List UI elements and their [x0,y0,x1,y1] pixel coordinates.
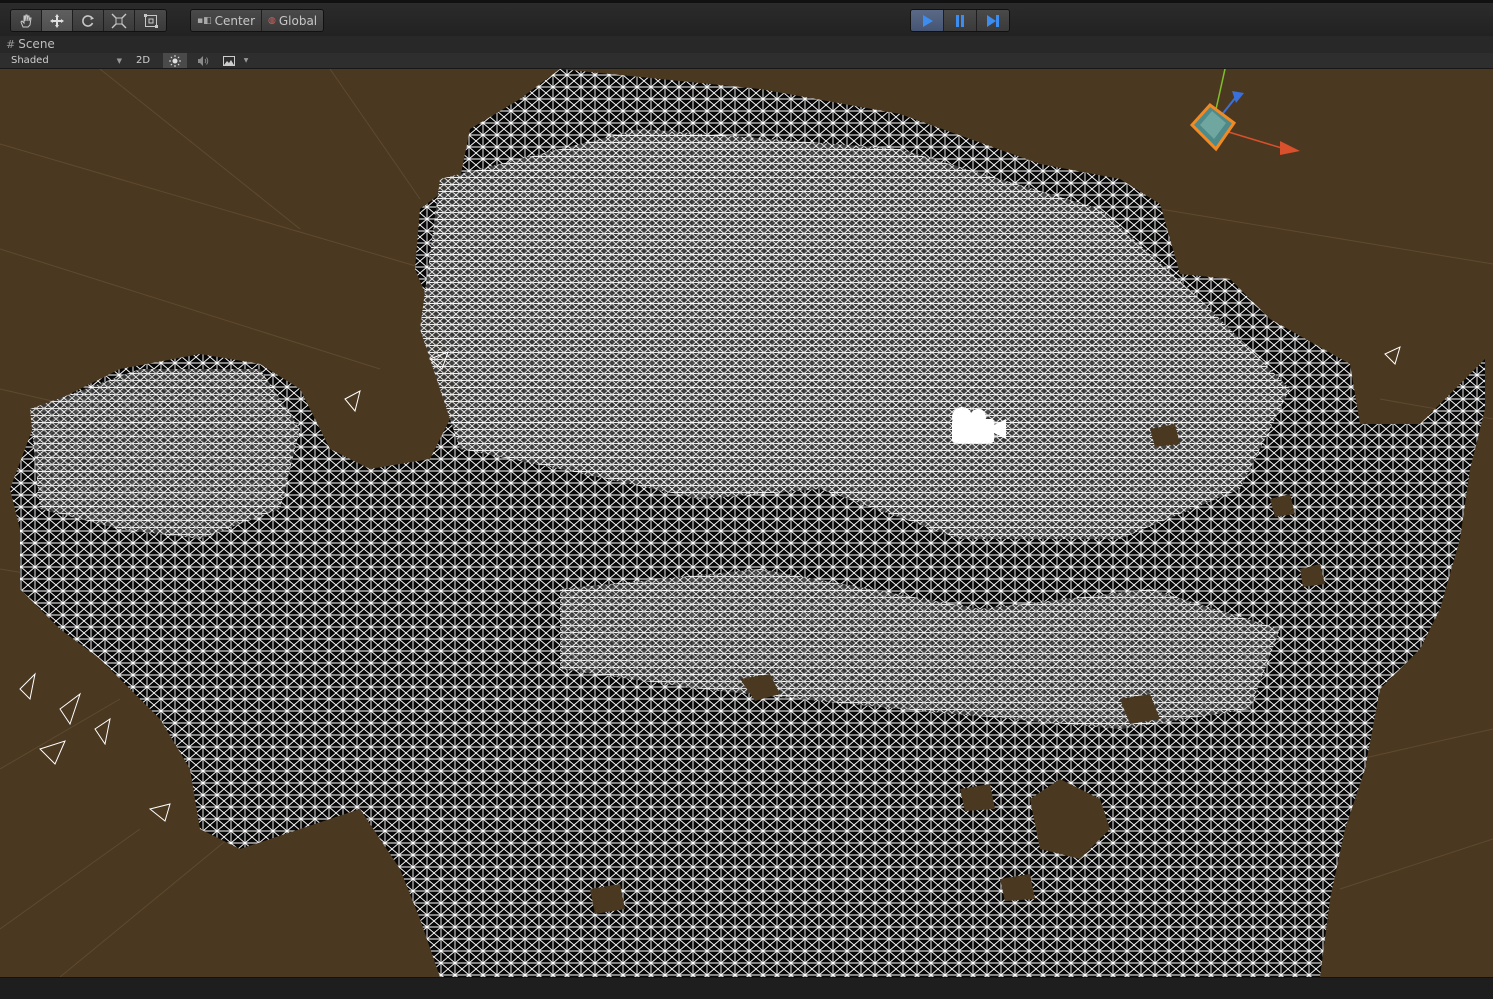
pivot-mode-toggle[interactable]: ▪◧ Center [191,10,262,31]
2d-toggle-label: 2D [135,55,151,66]
play-icon [923,14,933,27]
pivot-rotation-toggle[interactable]: ◍ Global [262,10,324,31]
scene-canvas [0,69,1493,977]
lighting-toggle-button[interactable] [163,53,187,68]
scale-icon [111,13,127,28]
transform-tools [10,9,167,32]
pause-button[interactable] [944,10,977,31]
play-button[interactable] [911,10,944,31]
effects-toggle-button[interactable] [219,53,239,68]
hand-icon [20,14,32,27]
playback-controls [910,9,1010,32]
draw-mode-value: Shaded [11,55,49,66]
image-icon [223,55,235,66]
sun-icon [169,54,181,67]
scene-view-controls: Shaded ▼ 2D ▼ [0,53,1493,69]
move-tool-button[interactable] [42,10,73,31]
move-arrows-icon [50,13,64,28]
mesh-dense-region [30,369,300,539]
rect-transform-icon [143,13,158,28]
scene-tab-label: Scene [18,37,55,51]
audio-toggle-button[interactable] [192,53,214,68]
rotate-icon [82,14,94,27]
2d-toggle-button[interactable]: 2D [131,53,155,68]
main-toolbar: ▪◧ Center ◍ Global [0,0,1493,36]
tab-scene[interactable]: # Scene [6,37,55,51]
pivot-controls: ▪◧ Center ◍ Global [190,9,325,32]
scale-tool-button[interactable] [104,10,135,31]
hand-tool-button[interactable] [11,10,42,31]
status-bar [0,977,1493,999]
chevron-down-icon: ▼ [243,57,249,64]
pivot-rotation-label: Global [278,13,318,28]
speaker-icon [198,55,209,66]
rotate-tool-button[interactable] [73,10,104,31]
transform-gizmo[interactable] [1189,69,1300,155]
rect-tool-button[interactable] [135,10,166,31]
grid-icon: # [6,37,16,51]
step-button[interactable] [977,10,1009,31]
step-icon [987,14,999,27]
scene-viewport[interactable] [0,69,1493,977]
pivot-center-icon: ▪◧ [197,15,212,26]
pivot-mode-label: Center [214,13,255,28]
pause-icon [956,14,964,27]
draw-mode-dropdown[interactable]: Shaded ▼ [4,53,126,68]
chevron-down-icon: ▼ [116,56,122,65]
globe-icon: ◍ [268,15,276,26]
scene-tab-bar: # Scene [0,36,1493,53]
effects-dropdown[interactable]: ▼ [241,53,251,68]
